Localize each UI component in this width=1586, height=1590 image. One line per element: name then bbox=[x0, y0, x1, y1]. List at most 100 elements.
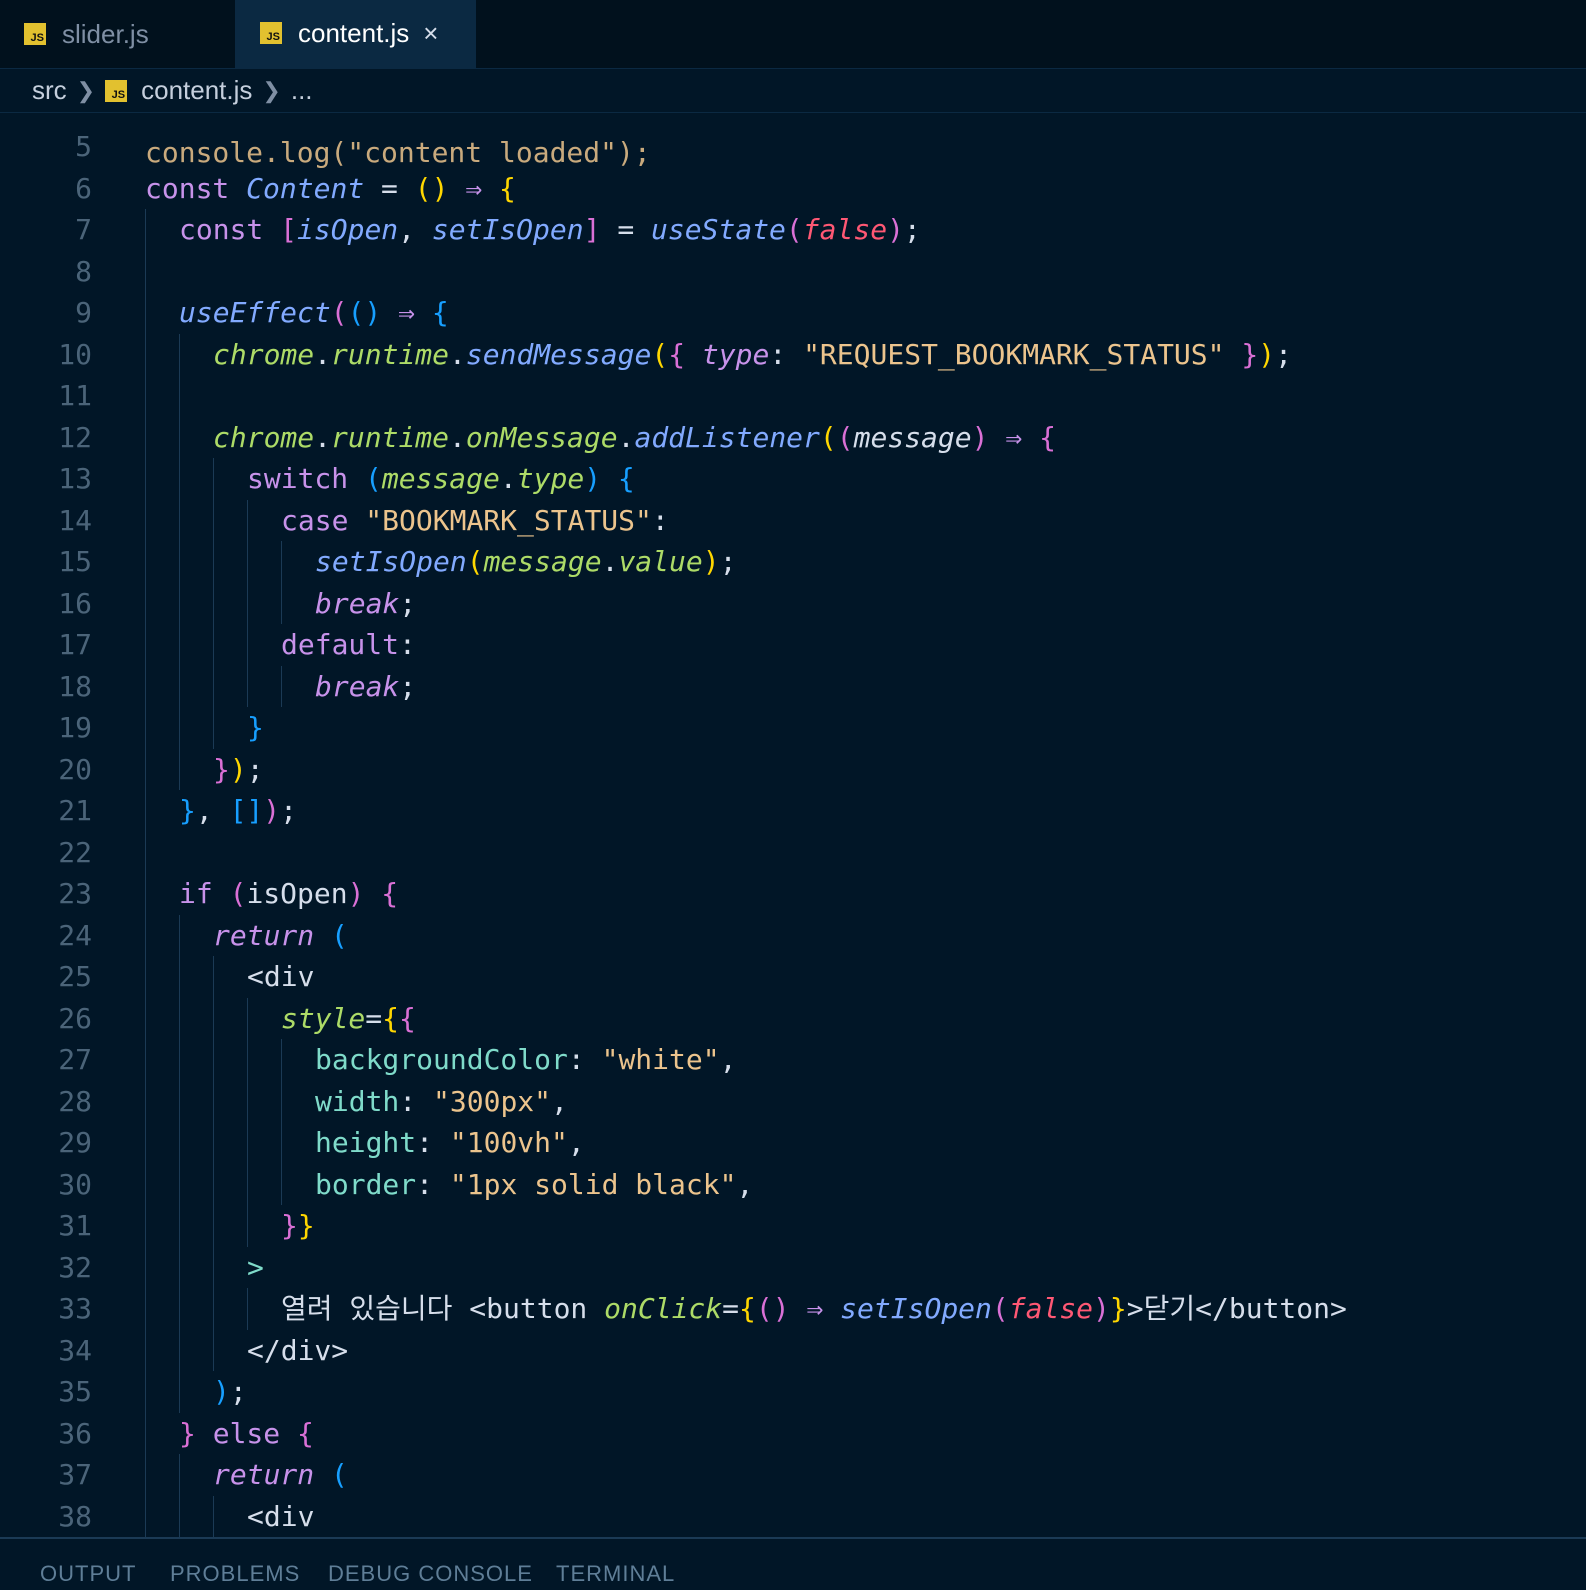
code-text: default: bbox=[281, 624, 416, 666]
javascript-file-icon: JS bbox=[260, 22, 282, 44]
code-line: 11 bbox=[0, 375, 1586, 417]
tab-output[interactable]: OUTPUT bbox=[40, 1561, 136, 1587]
code-line: 21}, []); bbox=[0, 790, 1586, 832]
code-token: </div> bbox=[247, 1333, 349, 1367]
line-number: 34 bbox=[58, 1333, 92, 1367]
code-token: { bbox=[499, 171, 516, 205]
code-token: , bbox=[719, 1043, 737, 1076]
code-token: } bbox=[1109, 1292, 1127, 1325]
code-token: setIsOpen bbox=[840, 1292, 992, 1325]
line-number: 22 bbox=[58, 835, 92, 869]
code-token: "white" bbox=[601, 1043, 720, 1076]
line-number: 18 bbox=[58, 669, 92, 703]
code-line: 26 style={{ bbox=[0, 998, 1586, 1040]
indent-guide bbox=[179, 914, 180, 1413]
code-line: 15 setIsOpen(message.value); bbox=[0, 541, 1586, 583]
code-token: ) bbox=[584, 462, 602, 495]
code-text: backgroundColor: "white", bbox=[315, 1039, 736, 1081]
code-token: . bbox=[449, 420, 466, 454]
code-line: 29 height: "100vh", bbox=[0, 1122, 1586, 1164]
tab-slider-js[interactable]: JS slider.js bbox=[0, 0, 236, 68]
code-token: , bbox=[567, 1126, 585, 1159]
indent-guide bbox=[281, 1039, 282, 1205]
line-number: 25 bbox=[58, 960, 92, 993]
code-token: ⇒ bbox=[988, 420, 1040, 454]
code-line: 24 return ( bbox=[0, 915, 1586, 957]
code-token: { bbox=[399, 1001, 416, 1035]
code-token: if bbox=[179, 877, 230, 910]
code-token: . bbox=[314, 337, 332, 371]
tab-terminal[interactable]: TERMINAL bbox=[556, 1561, 675, 1587]
code-token: } bbox=[1224, 337, 1259, 371]
code-token: ⇒ bbox=[789, 1292, 841, 1325]
line-number: 15 bbox=[58, 545, 92, 578]
code-token: sendMessage bbox=[465, 337, 652, 371]
code-line: 10 chrome.runtime.sendMessage({ type: "RE… bbox=[0, 334, 1586, 376]
code-text: const Content = () ⇒ { bbox=[145, 168, 516, 210]
line-number: 8 bbox=[75, 254, 92, 288]
code-token: useEffect bbox=[179, 296, 331, 329]
indent-guide bbox=[281, 541, 282, 624]
code-text: } else { bbox=[179, 1413, 314, 1455]
code-text: return ( bbox=[213, 915, 348, 957]
indent-guide bbox=[213, 458, 214, 749]
code-token: isOpen bbox=[297, 213, 399, 246]
code-line: 23 if (isOpen) { bbox=[0, 873, 1586, 915]
code-token: const bbox=[179, 213, 281, 246]
code-line: 12 chrome.runtime.onMessage.addListener((… bbox=[0, 417, 1586, 459]
code-token: } bbox=[297, 1209, 315, 1242]
line-number: 26 bbox=[58, 1001, 92, 1035]
code-editor[interactable]: console.log("content loaded"); 5 6 const C… bbox=[0, 113, 1586, 1537]
code-token: ) bbox=[887, 213, 904, 246]
code-text: }} bbox=[281, 1205, 315, 1247]
code-token: : bbox=[399, 628, 416, 661]
line-number: 5 bbox=[75, 130, 92, 163]
code-text: break; bbox=[315, 666, 416, 708]
code-text: 열려 있습니다 <button onClick={() ⇒ setIsOpen(… bbox=[281, 1288, 1347, 1330]
breadcrumb-symbol[interactable]: ... bbox=[291, 75, 313, 106]
code-token: isOpen bbox=[246, 877, 348, 910]
code-token: onClick bbox=[604, 1292, 723, 1325]
code-line: 30 border: "1px solid black", bbox=[0, 1164, 1586, 1206]
indent-guide bbox=[247, 1288, 248, 1330]
code-token: { bbox=[601, 462, 635, 495]
tab-problems[interactable]: PROBLEMS bbox=[170, 1561, 300, 1587]
code-line: 8 bbox=[0, 251, 1586, 293]
code-token: runtime bbox=[331, 337, 450, 371]
code-text: <div bbox=[247, 1496, 314, 1538]
code-token: ) bbox=[1258, 337, 1276, 371]
code-token: : bbox=[769, 337, 804, 371]
code-token: = bbox=[722, 1292, 740, 1325]
code-text: chrome.runtime.onMessage.addListener((me… bbox=[213, 417, 1056, 459]
code-token: ( bbox=[466, 545, 484, 578]
close-icon[interactable]: × bbox=[423, 20, 438, 46]
line-number: 11 bbox=[58, 379, 92, 412]
code-token: . bbox=[449, 337, 466, 371]
line-number: 31 bbox=[58, 1209, 92, 1242]
tab-content-js[interactable]: JS content.js × bbox=[236, 0, 476, 68]
breadcrumb-file[interactable]: content.js bbox=[141, 75, 252, 106]
javascript-file-icon: JS bbox=[24, 23, 46, 45]
line-number: 37 bbox=[58, 1458, 92, 1491]
breadcrumb-folder[interactable]: src bbox=[32, 75, 67, 106]
code-token: . bbox=[617, 420, 635, 454]
code-token: else bbox=[195, 1416, 298, 1450]
tab-debug-console[interactable]: DEBUG CONSOLE bbox=[328, 1561, 533, 1587]
line-number: 9 bbox=[75, 296, 92, 329]
code-token: : bbox=[416, 1126, 450, 1159]
code-token: <div bbox=[247, 1499, 315, 1533]
code-token: } bbox=[179, 1416, 196, 1450]
code-token: break bbox=[315, 669, 400, 703]
code-text: chrome.runtime.sendMessage({ type: "REQU… bbox=[213, 334, 1292, 376]
tab-label: slider.js bbox=[62, 18, 149, 49]
code-token: default bbox=[281, 628, 400, 661]
line-number: 36 bbox=[58, 1416, 92, 1450]
code-line: 14 case "BOOKMARK_STATUS": bbox=[0, 500, 1586, 542]
indent-guide bbox=[213, 956, 214, 1371]
code-token: "300px" bbox=[433, 1084, 552, 1118]
line-number: 14 bbox=[58, 503, 92, 537]
line-number: 13 bbox=[58, 462, 92, 495]
code-token: width bbox=[315, 1084, 400, 1118]
code-token: value bbox=[618, 545, 703, 578]
code-token: { bbox=[382, 1001, 400, 1035]
